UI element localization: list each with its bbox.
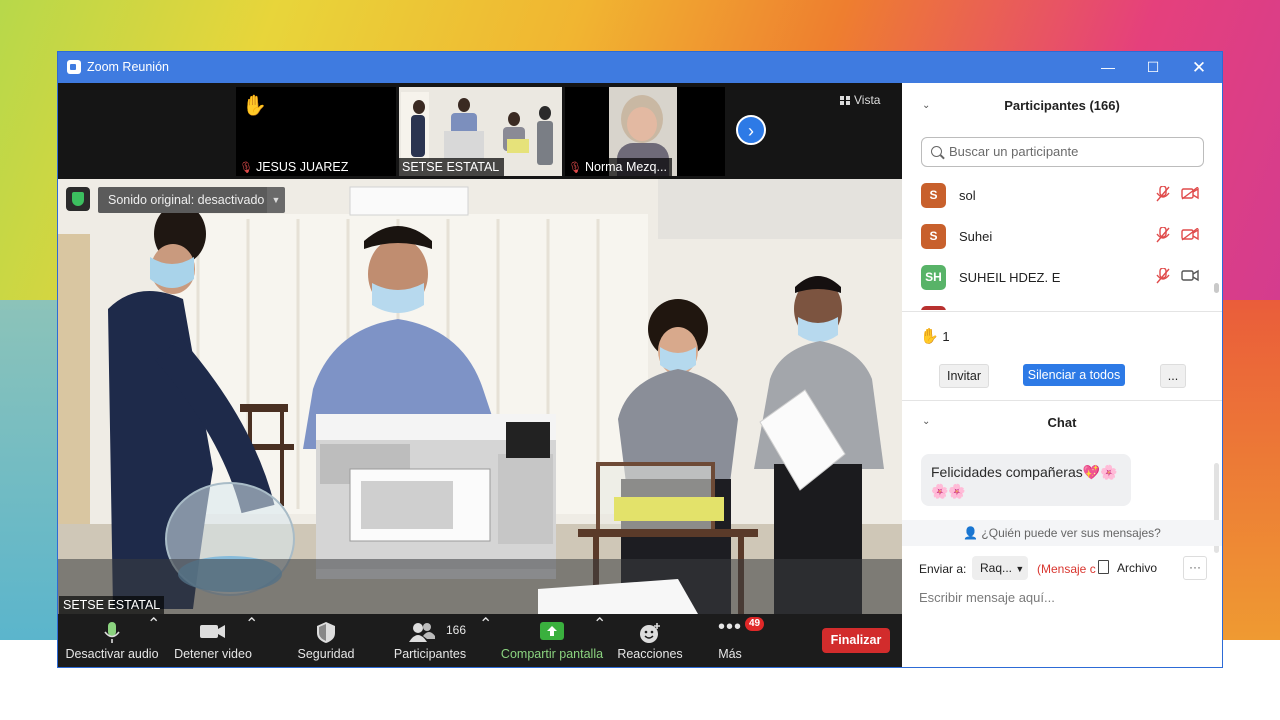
chat-header: Chat (1047, 415, 1077, 430)
participant-row[interactable] (902, 298, 1214, 310)
search-icon (931, 146, 942, 157)
participants-count: 166 (446, 623, 467, 637)
participants-options-caret[interactable]: ⌃ (479, 614, 492, 667)
mic-muted-icon (1156, 186, 1170, 202)
thumbnail-jesus-juarez[interactable]: ✋ 🎙 JESUS JUAREZ (236, 87, 396, 176)
raised-hand-icon: ✋ (920, 328, 939, 345)
video-options-caret[interactable]: ⌃ (245, 614, 258, 667)
thumbnail-setse-estatal[interactable]: SETSE ESTATAL (399, 87, 562, 176)
main-video-scene (58, 179, 902, 614)
share-screen-icon (540, 622, 564, 640)
mic-muted-icon (1156, 227, 1170, 243)
notification-badge: 49 (745, 617, 765, 631)
mute-audio-button[interactable]: Desactivar audio (64, 614, 160, 667)
grid-view-icon (840, 96, 850, 105)
microphone-icon (104, 622, 120, 643)
divider (902, 311, 1222, 312)
active-speaker-name: SETSE ESTATAL (59, 596, 165, 614)
maximize-button[interactable]: ☐ (1130, 52, 1176, 83)
thumbnail-name: SETSE ESTATAL (399, 158, 505, 176)
participants-icon (409, 623, 435, 642)
mic-muted-icon: 🎙 (568, 162, 582, 174)
original-sound-dropdown[interactable]: ▼ (267, 187, 285, 213)
avatar: S (921, 224, 946, 249)
participant-name: SUHEIL HDEZ. E (959, 270, 1061, 285)
view-button[interactable]: Vista (840, 93, 880, 107)
original-sound-toggle[interactable]: Sonido original: desactivado (98, 187, 275, 213)
main-video: Sonido original: desactivado ▼ SETSE EST… (58, 179, 902, 614)
zoom-window: Zoom Reunión — ☐ ✕ ✋ 🎙 JESUS JUAREZ SETS… (58, 52, 1222, 667)
end-meeting-button[interactable]: Finalizar (822, 628, 890, 653)
mic-muted-icon: 🎙 (239, 162, 253, 174)
who-can-see-messages[interactable]: 👤 ¿Quién puede ver sus mensajes? (902, 520, 1222, 546)
smiley-icon (640, 623, 660, 643)
chevron-right-icon: › (748, 121, 754, 141)
avatar: S (921, 183, 946, 208)
window-title: Zoom Reunión (87, 60, 169, 74)
chat-more-button[interactable]: ··· (1183, 556, 1207, 580)
audio-options-caret[interactable]: ⌃ (147, 614, 160, 667)
side-panel: ⌄ Participantes (166) Buscar un particip… (902, 83, 1222, 667)
zoom-app-icon (67, 60, 81, 74)
thumbnail-name: 🎙 Norma Mezq... (565, 158, 672, 176)
send-to-row: Enviar a: Raq... ▼ (Mensaje c Archivo ··… (902, 556, 1222, 582)
meeting-toolbar: Desactivar audio ⌃ Detener video ⌃ Segur… (58, 614, 902, 667)
close-button[interactable]: ✕ (1176, 52, 1222, 83)
participants-button[interactable]: 166 Participantes (390, 614, 470, 667)
share-screen-button[interactable]: Compartir pantalla (500, 614, 604, 667)
thumbnail-name: 🎙 JESUS JUAREZ (236, 158, 354, 176)
thumbnail-norma[interactable]: 🎙 Norma Mezq... (565, 87, 725, 176)
participant-row[interactable]: S sol (902, 175, 1214, 216)
avatar: SH (921, 265, 946, 290)
reactions-button[interactable]: Reacciones (614, 614, 686, 667)
ellipsis-icon: ••• (717, 616, 743, 638)
share-options-caret[interactable]: ⌃ (593, 614, 606, 667)
file-button[interactable]: Archivo (1098, 560, 1157, 575)
video-off-icon (1181, 228, 1199, 241)
recipient-dropdown[interactable]: Raq... ▼ (972, 556, 1028, 580)
person-icon: 👤 (963, 526, 979, 540)
chat-input[interactable]: Escribir mensaje aquí... (919, 590, 1055, 605)
participant-list: S sol S Suhei SH SUHEIL HDEZ. E (902, 175, 1222, 310)
shield-icon (317, 622, 335, 643)
background-right (1222, 300, 1280, 640)
send-to-label: Enviar a: (919, 562, 967, 576)
raised-hand-icon: ✋ (242, 95, 267, 117)
message-type: (Mensaje c (1037, 562, 1096, 576)
mute-all-button[interactable]: Silenciar a todos (1023, 364, 1125, 386)
file-icon (1098, 560, 1109, 574)
video-camera-icon (200, 625, 225, 638)
security-shield-icon[interactable] (66, 187, 90, 211)
participant-row[interactable]: SH SUHEIL HDEZ. E (902, 257, 1214, 298)
more-button[interactable]: ••• 49 Más (706, 614, 765, 667)
thumbnail-strip: ✋ 🎙 JESUS JUAREZ SETSE ESTATAL 🎙 Norma M… (58, 83, 902, 179)
chevron-down-icon: ▼ (1015, 564, 1025, 574)
avatar (921, 306, 946, 310)
chat-message: Felicidades compañeras💖🌸🌸🌸 (921, 454, 1131, 506)
participants-scrollbar[interactable] (1214, 283, 1219, 293)
background-left (0, 300, 58, 640)
participants-more-button[interactable]: ... (1160, 364, 1186, 388)
mic-muted-icon (1156, 268, 1170, 284)
minimize-button[interactable]: — (1085, 52, 1131, 83)
participants-header: Participantes (166) (1004, 98, 1120, 113)
participant-row[interactable]: S Suhei (902, 216, 1214, 257)
next-page-button[interactable]: › (736, 115, 766, 145)
chevron-down-icon: ▼ (271, 195, 281, 205)
raised-hands-count: ✋ 1 (920, 328, 950, 345)
security-button[interactable]: Seguridad (288, 614, 364, 667)
participant-name: sol (959, 188, 976, 203)
video-area: ✋ 🎙 JESUS JUAREZ SETSE ESTATAL 🎙 Norma M… (58, 83, 902, 667)
participant-search-input[interactable]: Buscar un participante (921, 137, 1204, 167)
video-off-icon (1181, 187, 1199, 200)
title-bar: Zoom Reunión — ☐ ✕ (58, 52, 1222, 83)
divider (902, 400, 1222, 401)
participant-name: Suhei (959, 229, 993, 244)
invite-button[interactable]: Invitar (939, 364, 989, 388)
video-on-icon (1181, 269, 1199, 282)
